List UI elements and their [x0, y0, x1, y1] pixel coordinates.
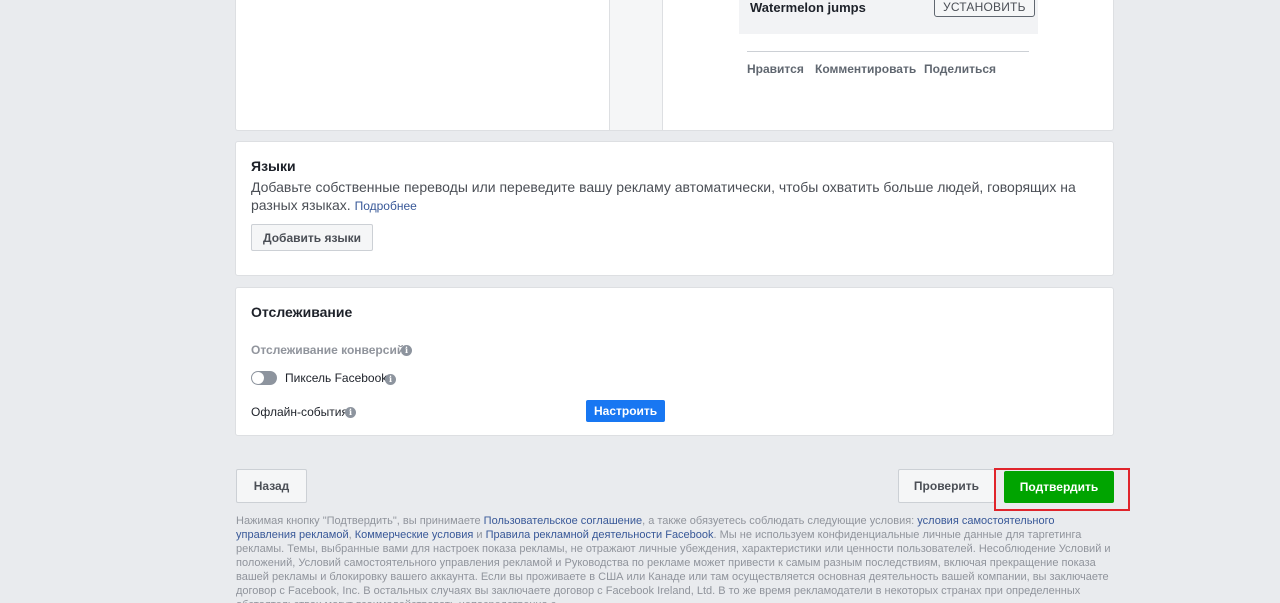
languages-card: Языки Добавьте собственные переводы или …	[235, 141, 1114, 276]
info-icon[interactable]: i	[401, 345, 412, 356]
legal-notice: Нажимая кнопку "Подтвердить", вы принима…	[236, 514, 1116, 603]
install-button[interactable]: УСТАНОВИТЬ	[934, 0, 1035, 17]
check-button[interactable]: Проверить	[898, 469, 995, 503]
tracking-title: Отслеживание	[251, 304, 353, 320]
back-button[interactable]: Назад	[236, 469, 307, 503]
setup-button[interactable]: Настроить	[586, 400, 666, 422]
comment-action[interactable]: Комментировать	[815, 62, 916, 76]
conversion-tracking-label: Отслеживание конверсий	[251, 343, 405, 357]
confirm-button[interactable]: Подтвердить	[1004, 471, 1114, 503]
toggle-knob	[252, 372, 264, 384]
offline-events-label: Офлайн-события	[251, 405, 348, 419]
ad-preview-card: Watermelon jumps УСТАНОВИТЬ Нравится Ком…	[235, 0, 1114, 131]
languages-description: Добавьте собственные переводы или переве…	[251, 178, 1101, 215]
pixel-label: Пиксель Facebook	[285, 371, 388, 385]
legal-text: , а также обязуетесь соблюдать следующие…	[642, 515, 918, 527]
ad-name: Watermelon jumps	[750, 0, 866, 15]
info-icon[interactable]: i	[345, 407, 356, 418]
info-icon[interactable]: i	[385, 374, 396, 385]
languages-title: Языки	[251, 158, 296, 174]
legal-text: Нажимая кнопку "Подтвердить", вы принима…	[236, 515, 484, 527]
ad-actions-divider	[747, 51, 1029, 52]
preview-side-strip	[610, 0, 663, 130]
pixel-toggle[interactable]	[251, 371, 277, 385]
commercial-terms-link[interactable]: Коммерческие условия	[355, 529, 474, 541]
legal-text: и	[473, 529, 486, 541]
learn-more-link[interactable]: Подробнее	[355, 199, 417, 213]
ad-policies-link[interactable]: Правила рекламной деятельности Facebook	[486, 529, 714, 541]
tracking-card: Отслеживание Отслеживание конверсий i Пи…	[235, 287, 1114, 436]
share-action[interactable]: Поделиться	[924, 62, 996, 76]
user-agreement-link[interactable]: Пользовательское соглашение	[484, 515, 642, 527]
like-action[interactable]: Нравится	[747, 62, 804, 76]
add-languages-button[interactable]: Добавить языки	[251, 224, 374, 251]
ad-cta-bar: Watermelon jumps УСТАНОВИТЬ	[739, 0, 1038, 34]
